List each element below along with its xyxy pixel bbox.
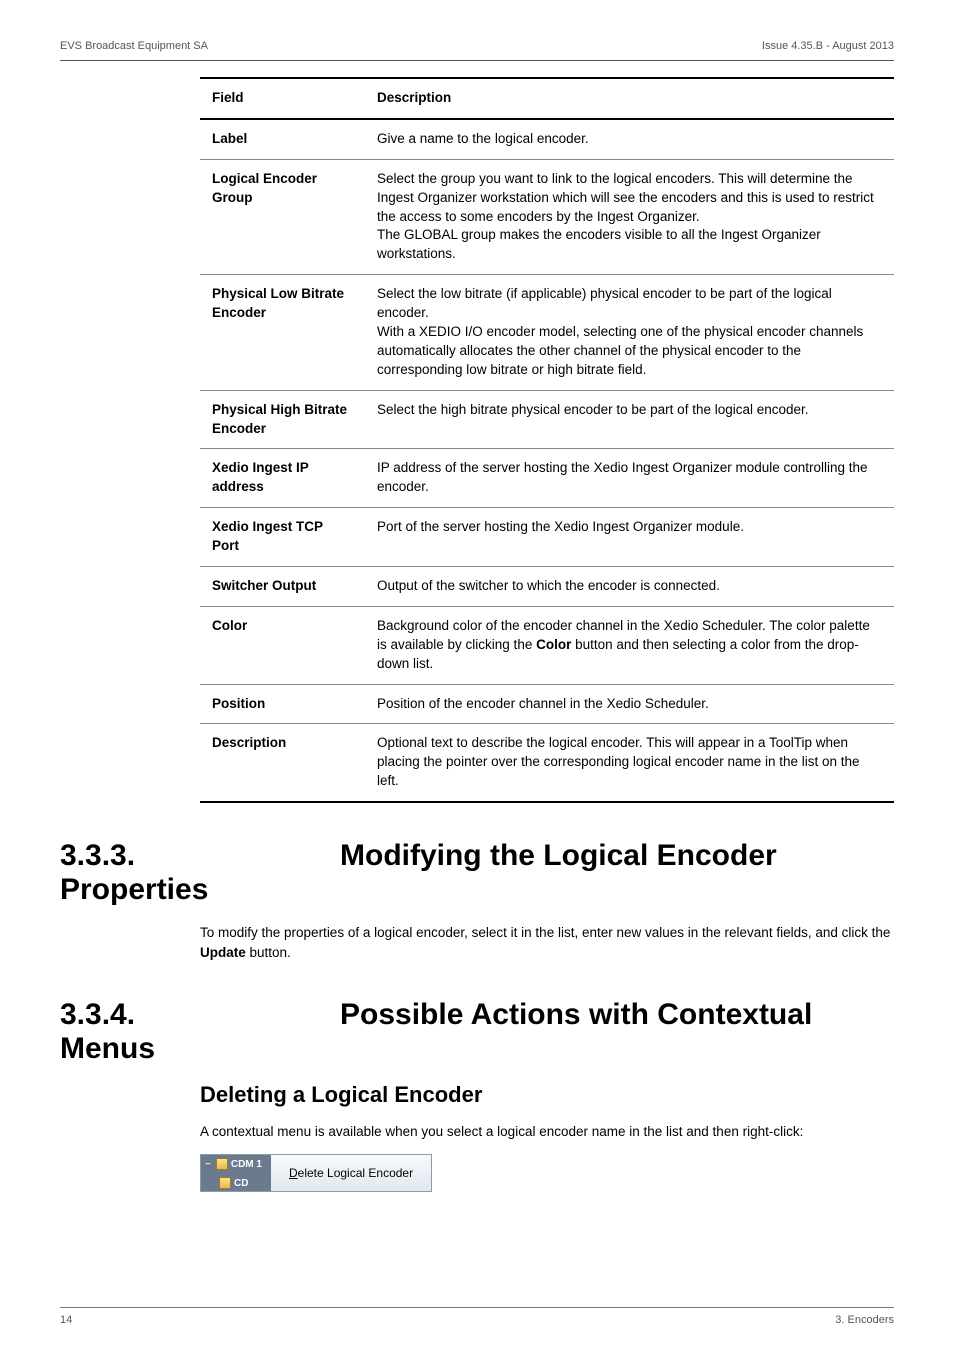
description-cell: Position of the encoder channel in the X… [365,684,894,724]
section-number: 3.3.3. [60,839,200,873]
table-row: Xedio Ingest IP addressIP address of the… [200,449,894,508]
description-cell: Output of the switcher to which the enco… [365,567,894,607]
field-cell: Color [200,606,365,684]
section-3-3-3: 3.3.3. Modifying the Logical Encoder Pro… [60,839,894,907]
ctx-menu-tree: −CDM 1 CD [201,1155,271,1191]
menu-underline-key: D [289,1166,298,1180]
table-row: PositionPosition of the encoder channel … [200,684,894,724]
table-row: LabelGive a name to the logical encoder. [200,119,894,159]
footer-page-number: 14 [60,1314,72,1326]
menu-item-text: elete Logical Encoder [298,1166,413,1180]
table-header-field: Field [200,78,365,119]
section-333-paragraph: To modify the properties of a logical en… [200,923,894,962]
table-header-description: Description [365,78,894,119]
section-3-3-4: 3.3.4. Possible Actions with Contextual … [60,998,894,1066]
field-description-table: Field Description LabelGive a name to th… [200,77,894,803]
encoder-icon [219,1177,231,1189]
description-cell: Select the low bitrate (if applicable) p… [365,275,894,390]
description-cell: Select the high bitrate physical encoder… [365,390,894,449]
field-cell: Description [200,724,365,802]
field-cell: Xedio Ingest IP address [200,449,365,508]
header-issue: Issue 4.35.B - August 2013 [762,40,894,52]
table-row: Physical High Bitrate EncoderSelect the … [200,390,894,449]
field-cell: Position [200,684,365,724]
section-number: 3.3.4. [60,998,200,1032]
field-cell: Physical Low Bitrate Encoder [200,275,365,390]
table-row: Switcher OutputOutput of the switcher to… [200,567,894,607]
footer-chapter: 3. Encoders [835,1314,894,1326]
description-cell: Optional text to describe the logical en… [365,724,894,802]
description-cell: Select the group you want to link to the… [365,159,894,274]
ctx-menu-item-delete[interactable]: Delete Logical Encoder [271,1155,431,1191]
field-cell: Label [200,119,365,159]
table-row: Logical Encoder GroupSelect the group yo… [200,159,894,274]
field-cell: Xedio Ingest TCP Port [200,508,365,567]
table-row: ColorBackground color of the encoder cha… [200,606,894,684]
table-row: Physical Low Bitrate EncoderSelect the l… [200,275,894,390]
subsection-deleting: Deleting a Logical Encoder [200,1082,894,1108]
encoder-icon [216,1158,228,1170]
header-company: EVS Broadcast Equipment SA [60,40,208,52]
tree-item: CD [234,1178,248,1189]
tree-item: CDM 1 [231,1159,262,1170]
table-row: Xedio Ingest TCP PortPort of the server … [200,508,894,567]
description-cell: Port of the server hosting the Xedio Ing… [365,508,894,567]
description-cell: Give a name to the logical encoder. [365,119,894,159]
description-cell: Background color of the encoder channel … [365,606,894,684]
field-cell: Logical Encoder Group [200,159,365,274]
description-cell: IP address of the server hosting the Xed… [365,449,894,508]
field-cell: Physical High Bitrate Encoder [200,390,365,449]
context-menu-screenshot: −CDM 1 CD Delete Logical Encoder [200,1154,432,1192]
subsection-paragraph: A contextual menu is available when you … [200,1122,894,1142]
field-cell: Switcher Output [200,567,365,607]
table-row: DescriptionOptional text to describe the… [200,724,894,802]
